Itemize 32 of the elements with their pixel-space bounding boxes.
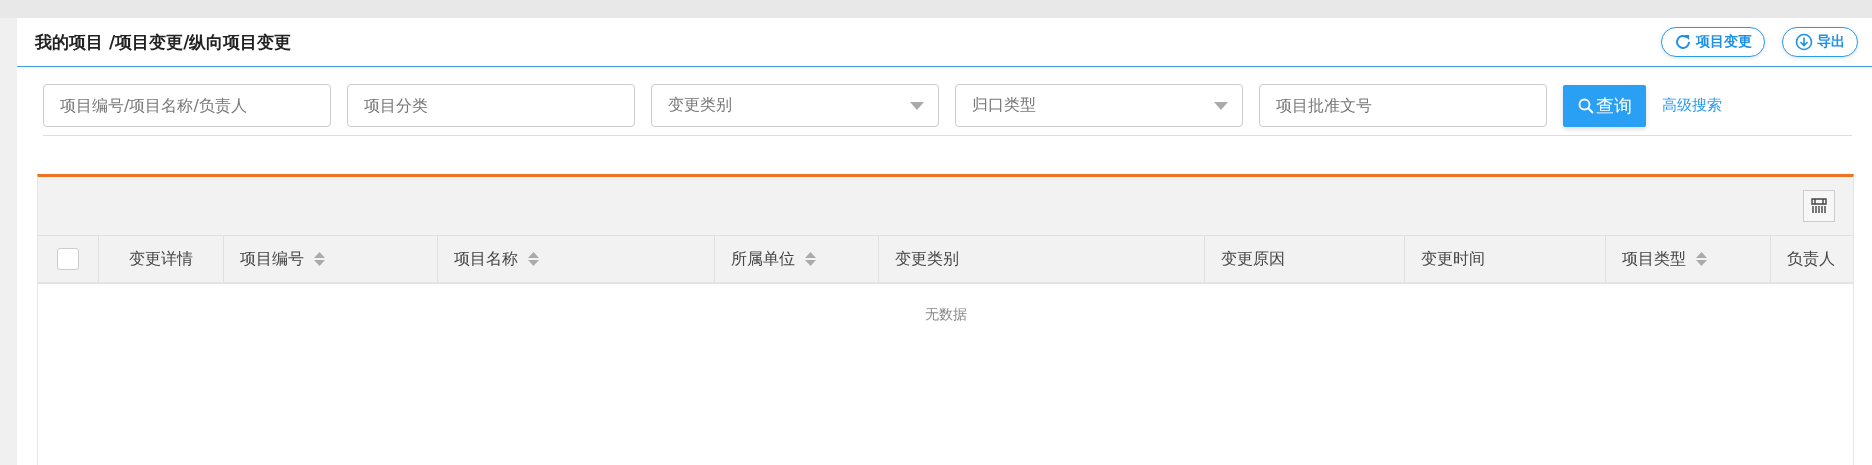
- search-button[interactable]: 查询: [1563, 84, 1646, 127]
- column-header: 变更类别: [895, 248, 959, 270]
- empty-message: 无数据: [924, 306, 967, 322]
- export-button[interactable]: 导出: [1782, 27, 1858, 57]
- column-header: 变更原因: [1221, 248, 1285, 270]
- select-field[interactable]: 归口类型: [955, 84, 1243, 127]
- column-header: 变更详情: [129, 248, 193, 270]
- sort-icon[interactable]: [314, 252, 325, 266]
- column-header: 所属单位: [731, 248, 795, 270]
- download-icon: [1795, 33, 1813, 51]
- column-header: 变更时间: [1421, 248, 1485, 270]
- dropdown-caret-icon: [910, 101, 924, 110]
- column-header: 项目类型: [1622, 248, 1686, 270]
- advanced-search-link[interactable]: 高级搜索: [1662, 96, 1722, 115]
- refresh-icon: [1674, 33, 1692, 51]
- sort-icon[interactable]: [1696, 252, 1707, 266]
- search-field[interactable]: 项目批准文号: [1259, 84, 1547, 127]
- dropdown-caret-icon: [1214, 101, 1228, 110]
- columns-button[interactable]: [1803, 190, 1835, 222]
- column-header: 项目名称: [454, 248, 518, 270]
- search-field[interactable]: 项目编号/项目名称/负责人: [43, 84, 331, 127]
- search-icon: [1577, 97, 1594, 114]
- select-field[interactable]: 变更类别: [651, 84, 939, 127]
- column-header: 项目编号: [240, 248, 304, 270]
- change-button[interactable]: 项目变更: [1661, 27, 1765, 57]
- breadcrumb: 我的项目 /项目变更/纵向项目变更: [35, 30, 292, 54]
- select-all-checkbox[interactable]: [57, 248, 79, 270]
- sort-icon[interactable]: [805, 252, 816, 266]
- columns-icon: [1811, 198, 1827, 214]
- column-header: 负责人: [1787, 248, 1835, 270]
- sort-icon[interactable]: [528, 252, 539, 266]
- search-field[interactable]: 项目分类: [347, 84, 635, 127]
